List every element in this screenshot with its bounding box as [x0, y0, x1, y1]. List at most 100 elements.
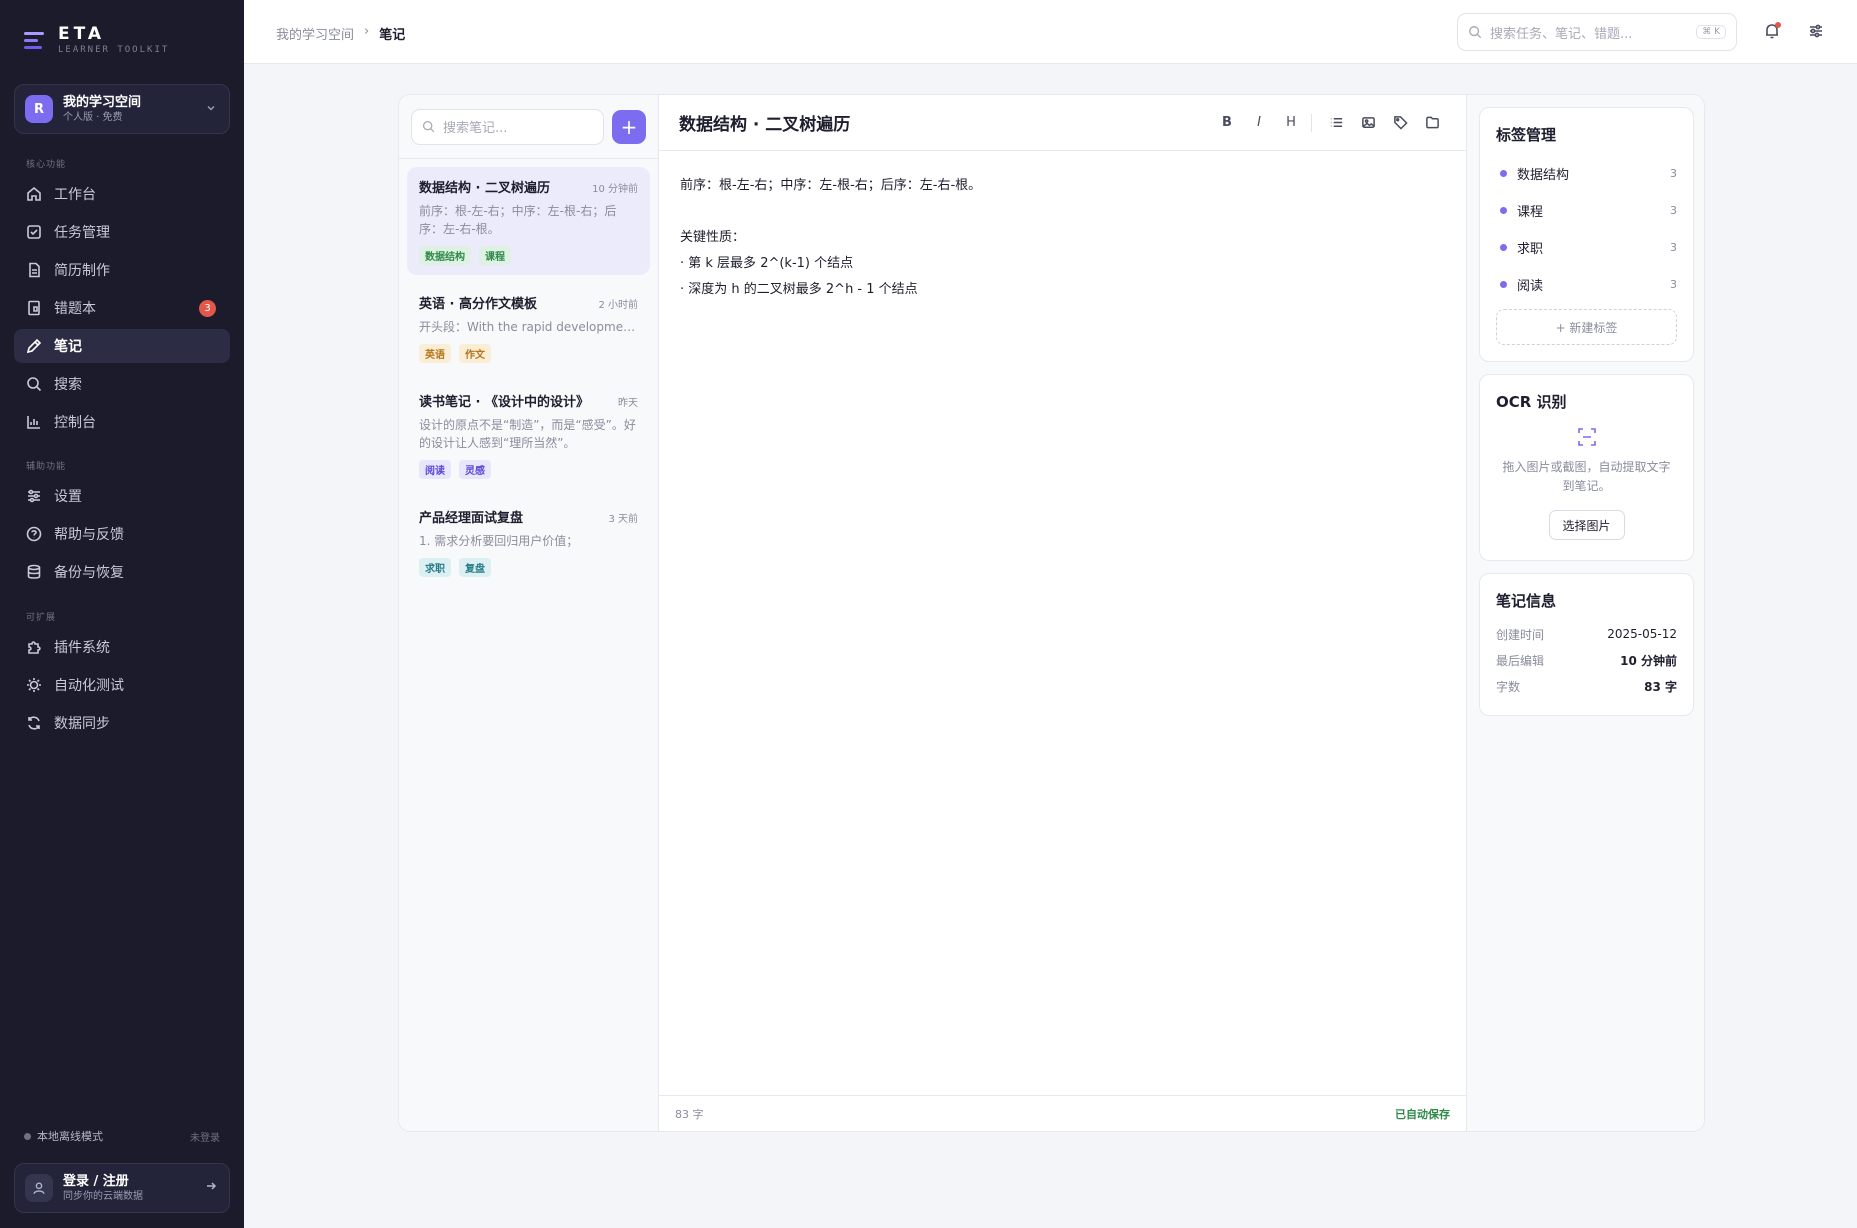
document-icon [26, 262, 42, 278]
note-tag[interactable]: 作文 [459, 344, 491, 363]
login-title: 登录 / 注册 [63, 1173, 129, 1189]
sidebar-item-label: 数据同步 [54, 716, 110, 732]
sidebar: ETA LEARNER TOOLKIT R 我的学习空间 个人版 · 免费 核心… [0, 0, 244, 1228]
sidebar-item-label: 备份与恢复 [54, 565, 124, 581]
note-tag[interactable]: 阅读 [419, 460, 451, 479]
notes-search-input[interactable]: 搜索笔记... [411, 108, 604, 145]
login-button[interactable]: 登录 / 注册 同步你的云端数据 [14, 1163, 230, 1213]
sidebar-item-label: 帮助与反馈 [54, 527, 124, 543]
breadcrumb-current: 笔记 [379, 28, 406, 43]
image-icon[interactable] [1354, 109, 1382, 137]
tag-count: 3 [1670, 278, 1677, 291]
breadcrumb-root[interactable]: 我的学习空间 [276, 24, 354, 43]
note-tag[interactable]: 英语 [419, 344, 451, 363]
note-title-heading[interactable]: 数据结构 · 二叉树遍历 [679, 110, 1209, 135]
database-icon [26, 564, 42, 580]
bell-icon[interactable] [1763, 22, 1781, 40]
autosave-status: 已自动保存 [1395, 1107, 1450, 1121]
search-icon [26, 376, 42, 392]
sidebar-item-notes[interactable]: 笔记 [14, 329, 230, 363]
workspace-avatar: R [25, 95, 53, 123]
heading-button[interactable]: H [1277, 109, 1305, 137]
note-list-item[interactable]: 产品经理面试复盘 3 天前 1. 需求分析要回归用户价值； 求职 复盘 [407, 497, 650, 587]
info-value: 83 字 [1644, 679, 1677, 694]
list-icon[interactable] [1322, 109, 1350, 137]
tag-management-panel: 标签管理 数据结构 3 课程 3 求职 3 阅读 3 + 新建标签 [1479, 107, 1694, 362]
info-label: 创建时间 [1496, 627, 1545, 642]
tag-item[interactable]: 数据结构 3 [1496, 155, 1677, 192]
sidebar-item-sync[interactable]: 数据同步 [14, 706, 230, 740]
tag-item[interactable]: 阅读 3 [1496, 266, 1677, 303]
sidebar-item-settings[interactable]: 设置 [14, 479, 230, 513]
note-preview: 开头段：With the rapid development of… [419, 320, 638, 334]
note-tag[interactable]: 数据结构 [419, 246, 471, 265]
user-icon [25, 1174, 53, 1202]
notes-search-placeholder: 搜索笔记... [443, 121, 508, 136]
workspace-switcher[interactable]: R 我的学习空间 个人版 · 免费 [14, 84, 230, 134]
info-label: 最后编辑 [1496, 653, 1545, 668]
select-image-button[interactable]: 选择图片 [1548, 510, 1625, 540]
pen-icon [26, 338, 42, 354]
sidebar-item-automation[interactable]: 自动化测试 [14, 668, 230, 702]
ocr-description-line: 拖入图片或截图，自动提取文字 [1502, 460, 1671, 474]
login-subtitle: 同步你的云端数据 [63, 1190, 143, 1202]
tag-item[interactable]: 求职 3 [1496, 229, 1677, 266]
nav-section-auxiliary: 辅助功能 [26, 462, 67, 472]
search-icon [1469, 26, 1482, 39]
status-dot [24, 1132, 31, 1140]
sidebar-item-label: 任务管理 [54, 225, 110, 241]
note-content-line: · 深度为 h 的二叉树最多 2^h - 1 个结点 [680, 282, 918, 297]
note-content-line [680, 199, 1445, 225]
scan-icon [1496, 426, 1677, 448]
sidebar-item-mistakes[interactable]: 错题本 3 [14, 291, 230, 325]
sidebar-item-plugins[interactable]: 插件系统 [14, 630, 230, 664]
tag-item[interactable]: 课程 3 [1496, 192, 1677, 229]
info-row-created: 创建时间 2025-05-12 [1496, 621, 1677, 647]
ocr-panel: OCR 识别 拖入图片或截图，自动提取文字 到笔记。 选择图片 [1479, 374, 1694, 561]
note-preview: 前序：根-左-右；中序：左-根-右；后序：左-右-根。 [419, 204, 617, 236]
sliders-icon [26, 488, 42, 504]
bold-button[interactable]: B [1213, 109, 1241, 137]
brand[interactable]: ETA LEARNER TOOLKIT [24, 24, 169, 56]
sidebar-item-help[interactable]: 帮助与反馈 [14, 517, 230, 551]
note-content-line: 前序：根-左-右；中序：左-根-右；后序：左-右-根。 [680, 178, 982, 193]
note-list-item[interactable]: 读书笔记 · 《设计中的设计》 昨天 设计的原点不是“制造”，而是“感受”。好的… [407, 381, 650, 489]
sidebar-item-search[interactable]: 搜索 [14, 367, 230, 401]
tag-dot-icon [1500, 244, 1507, 251]
workspace-name: 我的学习空间 [63, 94, 142, 110]
info-value: 10 分钟前 [1620, 653, 1677, 668]
note-info-panel: 笔记信息 创建时间 2025-05-12 最后编辑 10 分钟前 字数 83 字 [1479, 573, 1694, 716]
italic-button[interactable]: I [1245, 109, 1273, 137]
sidebar-item-label: 插件系统 [54, 640, 110, 656]
note-list-item[interactable]: 英语 · 高分作文模板 2 小时前 开头段：With the rapid dev… [407, 283, 650, 373]
add-note-button[interactable]: + [612, 109, 646, 144]
arrow-right-icon [205, 1180, 217, 1196]
checkbox-icon [26, 224, 42, 240]
tag-icon[interactable] [1386, 109, 1414, 137]
settings-sliders-icon[interactable] [1807, 22, 1825, 40]
sidebar-item-dashboard[interactable]: 工作台 [14, 177, 230, 211]
new-tag-button[interactable]: + 新建标签 [1496, 309, 1677, 345]
note-list-item[interactable]: 数据结构 · 二叉树遍历 10 分钟前 前序：根-左-右；中序：左-根-右；后序… [407, 167, 650, 275]
info-row-edited: 最后编辑 10 分钟前 [1496, 647, 1677, 673]
note-tag[interactable]: 灵感 [459, 460, 491, 479]
workspace-plan: 个人版 · 免费 [63, 111, 123, 123]
tag-name: 阅读 [1517, 279, 1544, 294]
info-value: 2025-05-12 [1607, 627, 1677, 641]
tag-dot-icon [1500, 170, 1507, 177]
brand-name: ETA [58, 24, 106, 44]
sidebar-item-backup[interactable]: 备份与恢复 [14, 555, 230, 589]
note-tag[interactable]: 求职 [419, 558, 451, 577]
note-preview: 设计的原点不是“制造”，而是“感受”。好的设计让人感到“理所当然”。 [419, 418, 636, 450]
search-shortcut: ⌘ K [1696, 25, 1726, 39]
sidebar-item-tasks[interactable]: 任务管理 [14, 215, 230, 249]
tag-name: 课程 [1517, 205, 1544, 220]
sidebar-item-console[interactable]: 控制台 [14, 405, 230, 439]
note-tag[interactable]: 复盘 [459, 558, 491, 577]
folder-icon[interactable] [1418, 109, 1446, 137]
sidebar-item-resume[interactable]: 简历制作 [14, 253, 230, 287]
notes-workspace: 搜索笔记... + 数据结构 · 二叉树遍历 10 分钟前 前序：根-左-右；中… [398, 94, 1705, 1132]
note-content-area[interactable]: 前序：根-左-右；中序：左-根-右；后序：左-右-根。 关键性质： · 第 k … [659, 151, 1466, 325]
note-tag[interactable]: 课程 [479, 246, 511, 265]
global-search-input[interactable]: 搜索任务、笔记、错题... ⌘ K [1457, 13, 1737, 51]
